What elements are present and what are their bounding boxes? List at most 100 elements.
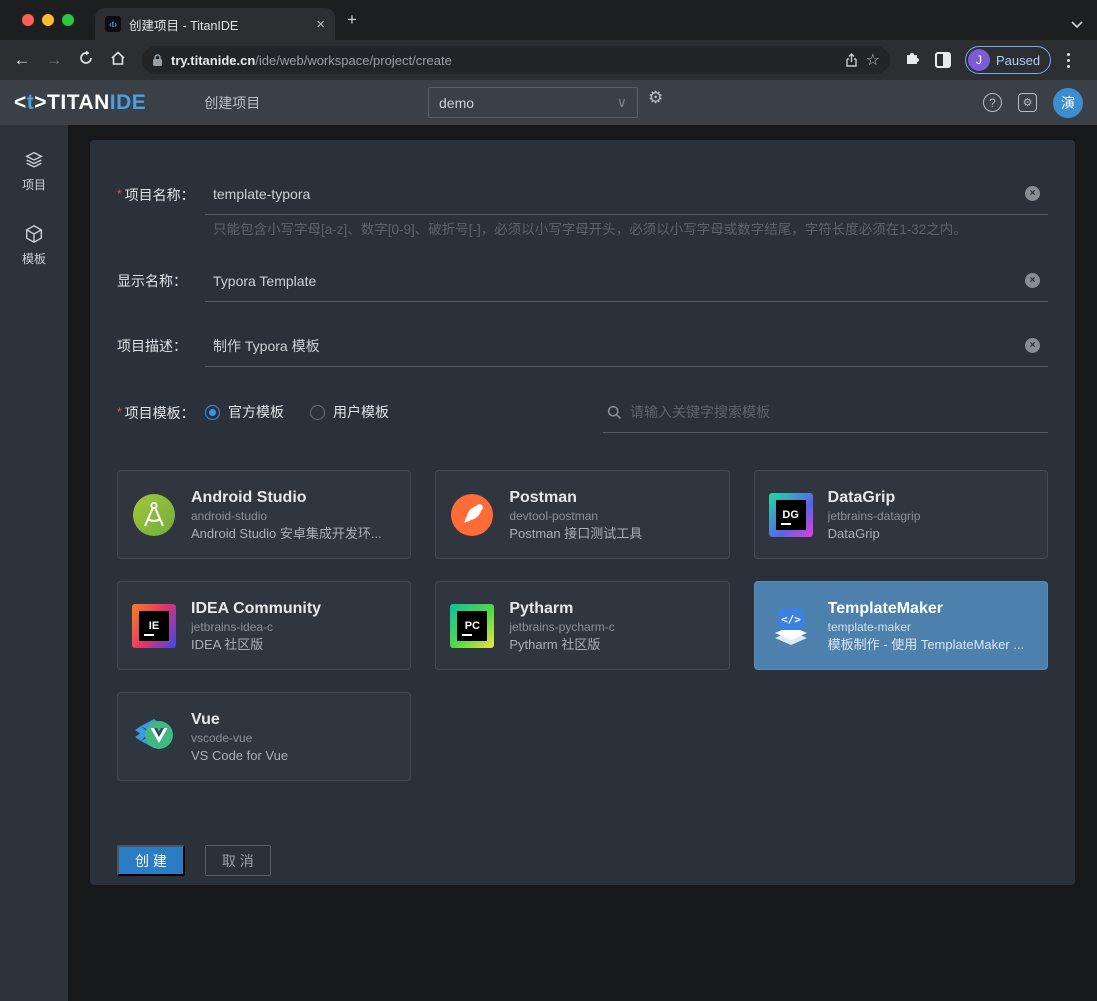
cancel-button[interactable]: 取 消 <box>205 845 271 876</box>
sidebar-item-projects[interactable]: 项目 <box>0 143 68 199</box>
postman-icon <box>450 493 494 537</box>
vue-vscode-icon <box>132 715 176 759</box>
window-close-button[interactable] <box>22 14 34 26</box>
card-desc: 模板制作 - 使用 TemplateMaker ... <box>828 636 1033 654</box>
project-name-input[interactable]: template-typora × <box>205 183 1048 215</box>
user-avatar[interactable]: 演 <box>1053 88 1083 118</box>
tab-close-icon[interactable]: × <box>316 17 325 32</box>
project-name-row: *项目名称： template-typora × <box>117 183 1048 215</box>
profile-button[interactable]: J Paused <box>965 46 1051 74</box>
window-zoom-button[interactable] <box>62 14 74 26</box>
reload-button[interactable] <box>70 50 102 71</box>
project-desc-label: 项目描述： <box>117 335 205 357</box>
templatemaker-icon: </> <box>769 604 813 648</box>
display-name-input[interactable]: Typora Template × <box>205 270 1048 302</box>
template-card-pytharm[interactable]: PC Pytharm jetbrains-pycharm-c Pytharm 社… <box>435 581 729 670</box>
window-minimize-button[interactable] <box>42 14 54 26</box>
display-name-row: 显示名称： Typora Template × <box>117 270 1048 302</box>
card-title: IDEA Community <box>191 598 396 619</box>
card-title: Android Studio <box>191 487 396 508</box>
project-desc-input[interactable]: 制作 Typora 模板 × <box>205 335 1048 367</box>
radio-official-template[interactable]: 官方模板 <box>205 401 284 423</box>
template-card-grid: Android Studio android-studio Android St… <box>117 470 1048 781</box>
display-name-value: Typora Template <box>213 273 316 289</box>
card-name: vscode-vue <box>191 730 396 747</box>
card-title: DataGrip <box>828 487 1033 508</box>
share-icon[interactable] <box>845 53 858 68</box>
workspace-settings-gear-icon[interactable]: ⚙ <box>648 88 663 108</box>
logo-bracket-left: < <box>14 91 27 114</box>
sidebar-item-templates[interactable]: 模板 <box>0 217 68 273</box>
create-project-panel: *项目名称： template-typora × 只能包含小写字母[a-z]、数… <box>90 140 1075 885</box>
template-card-postman[interactable]: Postman devtool-postman Postman 接口测试工具 <box>435 470 729 559</box>
project-template-row: *项目模板： 官方模板 用户模板 请输入关键字搜索模板 <box>117 401 1048 433</box>
idea-icon: IE <box>132 604 176 648</box>
template-card-datagrip[interactable]: DG DataGrip jetbrains-datagrip DataGrip <box>754 470 1048 559</box>
android-studio-icon <box>132 493 176 537</box>
url-domain: try.titanide.cn <box>171 53 255 68</box>
project-desc-row: 项目描述： 制作 Typora 模板 × <box>117 335 1048 367</box>
workspace-select[interactable]: demo ∨ <box>428 87 638 118</box>
project-name-value: template-typora <box>213 186 310 202</box>
card-name: android-studio <box>191 508 396 525</box>
browser-tab[interactable]: ‹t› 创建项目 - TitanIDE × <box>95 8 335 40</box>
idea-badge: IE <box>139 611 169 641</box>
tab-strip: ‹t› 创建项目 - TitanIDE × + <box>0 0 1097 40</box>
radio-unselected-icon <box>310 405 325 420</box>
tab-search-chevron-icon[interactable] <box>1071 16 1083 34</box>
tab-title: 创建项目 - TitanIDE <box>129 15 308 34</box>
search-icon <box>607 405 622 420</box>
radio-label: 用户模板 <box>333 401 389 423</box>
project-name-label: *项目名称： <box>117 183 205 206</box>
datagrip-icon: DG <box>769 493 813 537</box>
sidebar: 项目 模板 <box>0 125 68 1001</box>
card-desc: IDEA 社区版 <box>191 636 396 654</box>
template-card-android-studio[interactable]: Android Studio android-studio Android St… <box>117 470 411 559</box>
card-desc: DataGrip <box>828 525 1033 543</box>
home-button[interactable] <box>102 50 134 71</box>
clear-icon[interactable]: × <box>1025 338 1040 353</box>
app-header: <t>TITANIDE 创建项目 demo ∨ ⚙ ? ⚙ 演 <box>0 80 1097 125</box>
forward-button[interactable]: → <box>38 50 70 70</box>
header-actions: ? ⚙ 演 <box>983 80 1083 125</box>
extensions-puzzle-icon[interactable] <box>904 49 921 71</box>
chevron-down-icon: ∨ <box>617 94 627 111</box>
favicon-icon: ‹t› <box>105 16 121 32</box>
template-card-vue[interactable]: Vue vscode-vue VS Code for Vue <box>117 692 411 781</box>
clear-icon[interactable]: × <box>1025 186 1040 201</box>
radio-selected-icon <box>205 405 220 420</box>
search-placeholder: 请输入关键字搜索模板 <box>630 401 770 423</box>
create-button[interactable]: 创 建 <box>117 845 185 876</box>
template-card-idea-community[interactable]: IE IDEA Community jetbrains-idea-c IDEA … <box>117 581 411 670</box>
url-text: try.titanide.cn/ide/web/workspace/projec… <box>171 53 837 68</box>
template-search-input[interactable]: 请输入关键字搜索模板 <box>603 401 1048 433</box>
template-card-templatemaker[interactable]: </> TemplateMaker template-maker 模板制作 - … <box>754 581 1048 670</box>
pycharm-icon: PC <box>450 604 494 648</box>
back-button[interactable]: ← <box>6 50 38 70</box>
address-bar[interactable]: try.titanide.cn/ide/web/workspace/projec… <box>142 46 890 74</box>
browser-toolbar: ← → try.titanide.cn/ide/web/workspace/pr… <box>0 40 1097 80</box>
svg-text:</>: </> <box>781 613 801 626</box>
bookmark-star-icon[interactable]: ☆ <box>866 50 880 70</box>
help-icon[interactable]: ? <box>983 93 1002 112</box>
side-panel-icon[interactable] <box>935 52 951 68</box>
clear-icon[interactable]: × <box>1025 273 1040 288</box>
console-settings-icon[interactable]: ⚙ <box>1018 93 1037 112</box>
card-title: Pytharm <box>509 598 714 619</box>
card-name: jetbrains-idea-c <box>191 619 396 636</box>
card-title: Postman <box>509 487 714 508</box>
project-desc-value: 制作 Typora 模板 <box>213 338 320 354</box>
page-title: 创建项目 <box>204 93 260 113</box>
required-asterisk: * <box>117 187 122 201</box>
card-desc: VS Code for Vue <box>191 747 396 765</box>
lock-icon[interactable] <box>152 54 163 67</box>
browser-menu-icon[interactable] <box>1067 53 1070 68</box>
url-path: /ide/web/workspace/project/create <box>255 53 452 68</box>
new-tab-button[interactable]: + <box>347 13 357 27</box>
card-name: template-maker <box>828 619 1033 636</box>
radio-user-template[interactable]: 用户模板 <box>310 401 389 423</box>
required-asterisk: * <box>117 405 122 419</box>
card-desc: Postman 接口测试工具 <box>509 525 714 543</box>
titanide-logo[interactable]: <t>TITANIDE <box>14 91 146 115</box>
display-name-label: 显示名称： <box>117 270 205 292</box>
